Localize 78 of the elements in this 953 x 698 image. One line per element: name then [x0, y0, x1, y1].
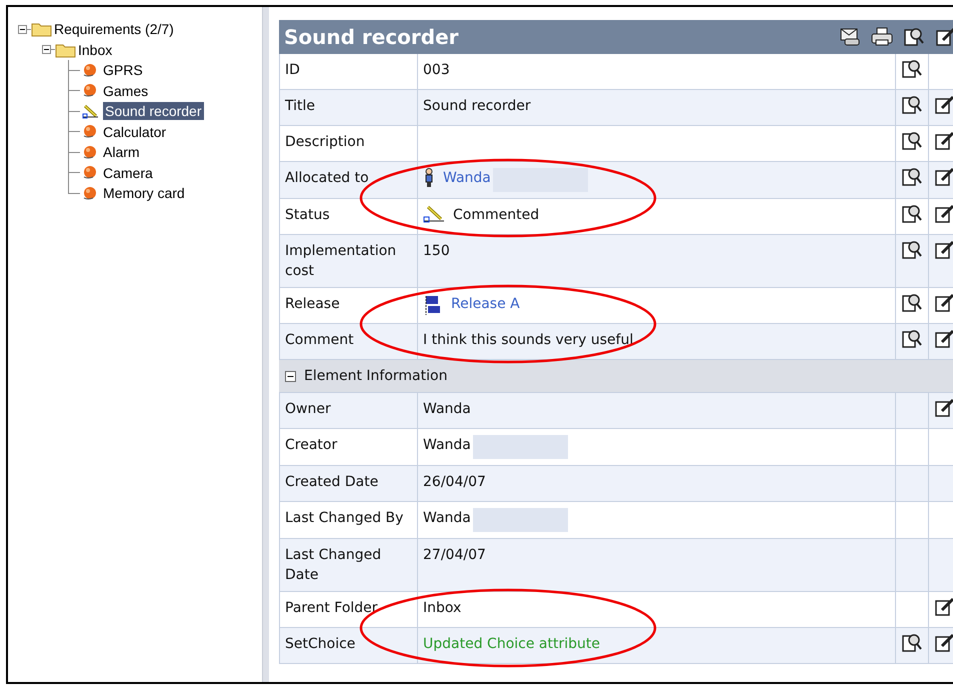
- edit-icon[interactable]: [934, 293, 953, 313]
- field-label: Title: [285, 98, 316, 114]
- field-value: Wanda: [423, 436, 471, 455]
- flag-icon: [423, 294, 443, 316]
- field-label: Owner: [285, 401, 331, 417]
- collapse-icon[interactable]: [18, 24, 27, 34]
- view-icon[interactable]: [901, 167, 923, 187]
- tree-item[interactable]: Calculator: [101, 122, 168, 141]
- field-label: Allocated to: [285, 170, 369, 186]
- tree-item[interactable]: Camera: [101, 164, 155, 182]
- edit-icon[interactable]: [934, 167, 953, 187]
- field-value: Wanda: [423, 509, 471, 528]
- field-value: I think this sounds very useful: [423, 331, 634, 350]
- field-value: 003: [423, 61, 450, 80]
- folder-icon: [31, 21, 52, 38]
- field-value: 150: [423, 242, 450, 261]
- field-value: Commented: [453, 206, 540, 225]
- field-value: Inbox: [423, 599, 462, 618]
- field-value: Updated Choice attribute: [423, 635, 600, 654]
- tree-item[interactable]: GPRS: [101, 61, 145, 80]
- tree-item[interactable]: Requirements (2/7): [52, 20, 176, 38]
- pencil-icon: [423, 205, 445, 223]
- edit-icon[interactable]: [934, 95, 953, 115]
- value-link[interactable]: Wanda: [443, 168, 491, 188]
- field-value: 26/04/07: [423, 473, 486, 492]
- field-label: Implementation cost: [285, 243, 396, 279]
- field-label: Last Changed By: [285, 510, 404, 526]
- ball-icon: [82, 144, 97, 160]
- email-icon[interactable]: [839, 27, 861, 47]
- tree-item[interactable]: Inbox: [76, 40, 114, 59]
- view-icon[interactable]: [901, 59, 923, 79]
- field-label: Created Date: [285, 474, 378, 490]
- edit-icon[interactable]: [934, 633, 953, 653]
- field-label: Release: [285, 296, 340, 312]
- folder-icon: [55, 42, 76, 58]
- panel-title: Sound recorder: [284, 25, 459, 49]
- field-value: 27/04/07: [423, 546, 486, 565]
- section-title: Element Information: [304, 368, 448, 384]
- person-icon: [423, 168, 435, 188]
- field-label: Parent Folder: [285, 600, 378, 616]
- field-label: Description: [285, 134, 365, 150]
- print-icon[interactable]: [871, 27, 893, 47]
- collapse-icon[interactable]: [42, 45, 51, 54]
- view-icon[interactable]: [901, 240, 923, 260]
- field-label: Creator: [285, 437, 338, 453]
- ball-icon: [82, 165, 97, 180]
- value-link[interactable]: Release A: [451, 294, 520, 314]
- field-label: SetChoice: [285, 636, 356, 652]
- edit-icon[interactable]: [934, 398, 953, 418]
- edit-icon[interactable]: [934, 597, 953, 617]
- view-icon[interactable]: [901, 204, 923, 224]
- edit-icon[interactable]: [934, 204, 953, 224]
- tree-item[interactable]: Sound recorder: [103, 102, 204, 120]
- ball-icon: [82, 62, 97, 78]
- view-icon[interactable]: [901, 633, 923, 653]
- tree-item[interactable]: Alarm: [101, 143, 142, 162]
- field-value: Sound recorder: [423, 97, 531, 116]
- view-icon[interactable]: [901, 95, 923, 115]
- view-icon[interactable]: [901, 131, 923, 151]
- field-label: Status: [285, 207, 330, 223]
- collapse-icon[interactable]: [285, 370, 296, 382]
- field-value: Wanda: [423, 400, 471, 419]
- edit-icon[interactable]: [934, 329, 953, 349]
- field-label: Last Changed Date: [285, 547, 382, 583]
- ball-icon: [82, 186, 97, 201]
- edit-icon[interactable]: [934, 240, 953, 260]
- view-icon[interactable]: [903, 27, 925, 47]
- view-icon[interactable]: [901, 293, 923, 313]
- view-icon[interactable]: [901, 329, 923, 349]
- ball-icon: [82, 124, 97, 140]
- edit-icon[interactable]: [934, 131, 953, 151]
- field-label: ID: [285, 62, 300, 78]
- field-label: Comment: [285, 332, 354, 348]
- pencil-icon: [82, 104, 99, 119]
- tree-item[interactable]: Games: [101, 82, 150, 100]
- ball-icon: [82, 83, 97, 98]
- tree-item[interactable]: Memory card: [101, 184, 187, 202]
- edit-icon[interactable]: [935, 27, 953, 47]
